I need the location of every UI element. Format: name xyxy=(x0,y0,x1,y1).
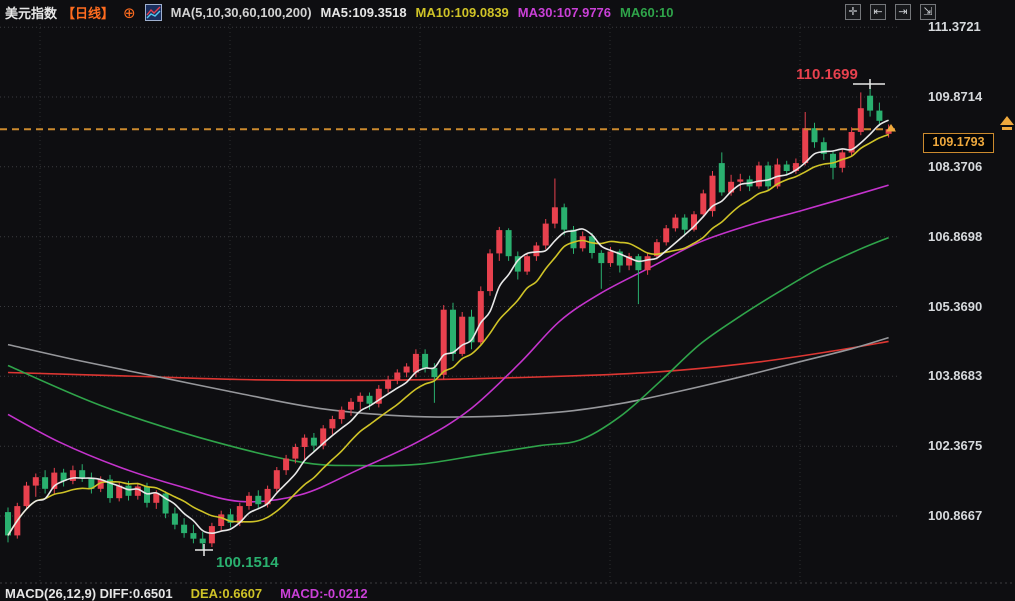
ma5-value: MA5:109.3518 xyxy=(320,5,407,20)
period-tag[interactable]: 【日线】 xyxy=(62,3,114,22)
svg-text:110.1699: 110.1699 xyxy=(796,66,858,83)
ma60-value: MA60:10 xyxy=(620,5,674,20)
gridlines xyxy=(0,24,897,582)
scale-right-button[interactable]: ⇥ xyxy=(895,4,911,20)
price-axis-label: 100.8667 xyxy=(928,508,983,523)
axis-price-marker xyxy=(1000,116,1014,130)
price-axis-label: 103.8683 xyxy=(928,368,983,383)
candles-layer xyxy=(5,83,892,550)
macd-value: MACD:-0.0212 xyxy=(280,586,368,601)
low-marker xyxy=(195,544,213,556)
svg-text:100.1514: 100.1514 xyxy=(216,554,279,571)
low-label: 100.1514 xyxy=(216,554,279,571)
price-axis-label: 109.8714 xyxy=(928,89,983,104)
scale-left-button[interactable]: ⇤ xyxy=(870,4,886,20)
chart-legend: 美元指数 【日线】 ⊕ MA(5,10,30,60,100,200) MA5:1… xyxy=(5,3,673,22)
ma30-line xyxy=(7,184,889,503)
price-axis-label: 105.3690 xyxy=(928,299,983,314)
ma-group-label: MA(5,10,30,60,100,200) xyxy=(170,5,312,20)
current-price-badge: 109.1793 xyxy=(923,133,994,153)
price-axis-label: 106.8698 xyxy=(928,229,983,244)
ma10-value: MA10:109.0839 xyxy=(415,5,509,20)
price-axis-label: 102.3675 xyxy=(928,438,983,453)
macd-dea-value: DEA:0.6607 xyxy=(190,586,263,601)
ma100-line xyxy=(7,336,889,418)
price-axis-label: 108.3706 xyxy=(928,159,983,174)
add-indicator-icon[interactable]: ⊕ xyxy=(123,4,136,22)
detach-pane-button[interactable]: ⇲ xyxy=(920,4,936,20)
ma10-line xyxy=(7,133,889,536)
chart-toolbar: ✛ ⇤ ⇥ ⇲ xyxy=(845,4,936,20)
last-price-arrow xyxy=(886,124,896,132)
macd-params-diff: MACD(26,12,9) DIFF:0.6501 xyxy=(5,586,173,601)
price-axis-label: 111.3721 xyxy=(928,19,981,34)
pan-button[interactable]: ✛ xyxy=(845,4,861,20)
ma60-line xyxy=(7,236,889,467)
candlestick-chart[interactable]: 110.1699 100.1514 xyxy=(0,0,1015,597)
symbol-name: 美元指数 xyxy=(5,6,58,21)
trading-app-chart-window: { "header": { "symbol": "美元指数", "period_… xyxy=(0,0,1015,601)
ma30-value: MA30:107.9776 xyxy=(517,5,612,20)
mini-chart-icon[interactable] xyxy=(144,4,162,21)
ma200-line xyxy=(7,340,889,382)
high-label: 110.1699 xyxy=(796,66,858,83)
macd-indicator-row: MACD(26,12,9) DIFF:0.6501 DEA:0.6607 MAC… xyxy=(5,586,368,601)
